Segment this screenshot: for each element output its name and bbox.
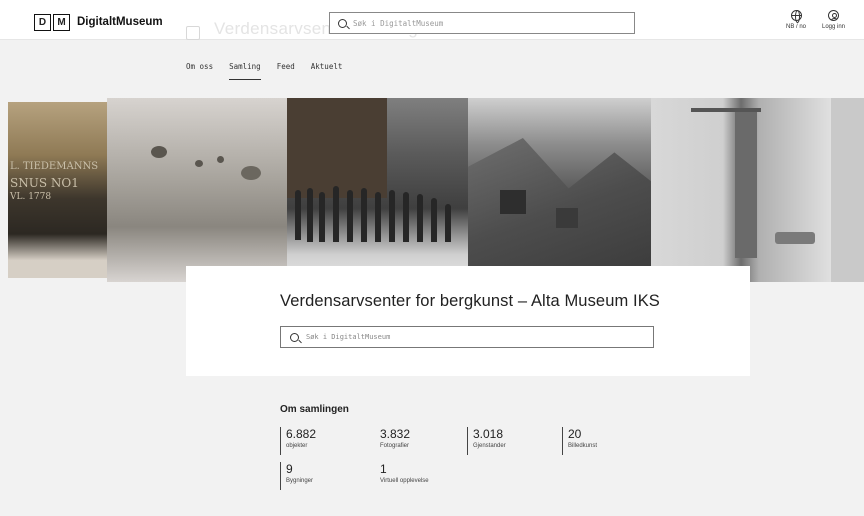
login-label: Logg inn <box>822 24 846 30</box>
header-search-input[interactable]: Søk i DigitaltMuseum <box>329 12 635 34</box>
stone-hole <box>217 156 224 163</box>
stat-value: 6.882 <box>286 427 317 441</box>
collection-image-mosaic: L. TIEDEMANNS SNUS NO1 VL. 1778 <box>0 98 864 282</box>
museum-title-card: Verdensarvsenter for bergkunst – Alta Mu… <box>186 266 750 376</box>
person-figure <box>389 190 395 242</box>
farm-building <box>500 190 526 214</box>
stat-label: Fotografier <box>380 443 410 449</box>
logo-name: DigitaltMuseum <box>77 16 163 28</box>
language-button[interactable]: NB / no <box>786 10 806 30</box>
farm-building <box>556 208 578 228</box>
person-figure <box>417 194 423 242</box>
globe-icon <box>790 10 802 23</box>
collection-search-placeholder: Søk i DigitaltMuseum <box>306 333 391 341</box>
page-title: Verdensarvsenter for bergkunst – Alta Mu… <box>280 292 660 310</box>
concrete-pillar <box>735 108 757 258</box>
tab-feed[interactable]: Feed <box>277 62 295 80</box>
stat-label: objekter <box>286 443 308 449</box>
stat-value: 20 <box>568 427 582 441</box>
mosaic-image-industrial-structure[interactable] <box>651 98 831 282</box>
search-icon <box>290 332 299 342</box>
wooden-house <box>287 98 387 198</box>
stat-virtuell-opplevelse[interactable]: 1 Virtuell opplevelse <box>380 462 429 490</box>
stat-label: Billedkunst <box>568 443 598 449</box>
search-icon <box>338 18 347 28</box>
digitaltmuseum-logo[interactable]: D M DigitaltMuseum <box>34 12 163 32</box>
parked-car <box>775 232 815 244</box>
person-figure <box>295 190 301 240</box>
tab-aktuelt[interactable]: Aktuelt <box>311 62 343 80</box>
stat-gjenstander[interactable]: 3.018 Gjenstander <box>467 427 506 455</box>
mosaic-image-snuff-box[interactable]: L. TIEDEMANNS SNUS NO1 VL. 1778 <box>8 102 107 278</box>
header-search-placeholder: Søk i DigitaltMuseum <box>353 18 444 28</box>
stone-hole <box>151 146 167 158</box>
top-header: D M DigitaltMuseum Verdensarvsenter for … <box>0 0 864 40</box>
snuff-box-text-2: SNUS NO1 <box>10 176 79 190</box>
person-figure <box>375 192 381 242</box>
stat-value: 3.018 <box>473 427 504 441</box>
stone-hole <box>195 160 203 167</box>
person-figure <box>431 198 437 242</box>
person-figure <box>347 190 353 242</box>
mosaic-image-edge[interactable] <box>831 98 864 282</box>
person-figure <box>361 188 367 242</box>
snuff-box-text-1: L. TIEDEMANNS <box>10 161 99 172</box>
person-figure <box>333 186 339 242</box>
stat-bygninger[interactable]: 9 Bygninger <box>280 462 313 490</box>
person-figure <box>403 192 409 242</box>
snuff-box-text-3: VL. 1778 <box>10 192 52 202</box>
stat-label: Virtuell opplevelse <box>380 478 429 484</box>
user-icon <box>828 10 840 21</box>
stat-fotografier[interactable]: 3.832 Fotografier <box>380 427 410 455</box>
museum-icon <box>186 26 200 40</box>
tab-samling[interactable]: Samling <box>229 62 261 80</box>
stone-hole <box>241 166 261 180</box>
logo-letter-d: D <box>34 13 51 31</box>
mosaic-image-skiers-photo[interactable] <box>287 98 468 282</box>
login-button[interactable]: Logg inn <box>822 10 845 30</box>
stat-billedkunst[interactable]: 20 Billedkunst <box>562 427 597 455</box>
stat-label: Bygninger <box>286 478 314 484</box>
stat-label: Gjenstander <box>473 443 506 449</box>
person-figure <box>319 192 325 242</box>
stat-value: 1 <box>380 462 387 476</box>
mosaic-image-valley-farm[interactable] <box>468 98 651 282</box>
section-tabs: Om oss Samling Feed Aktuelt <box>186 62 358 80</box>
person-figure <box>307 188 313 242</box>
cable-beam <box>691 108 761 112</box>
tab-om-oss[interactable]: Om oss <box>186 62 213 80</box>
collection-search-input[interactable]: Søk i DigitaltMuseum <box>280 326 654 348</box>
language-label: NB / no <box>786 24 807 30</box>
stat-value: 3.832 <box>380 427 411 441</box>
about-collection-heading: Om samlingen <box>280 404 349 415</box>
logo-letter-m: M <box>53 13 70 31</box>
stat-objekter[interactable]: 6.882 objekter <box>280 427 316 455</box>
stat-value: 9 <box>286 462 293 476</box>
person-figure <box>445 204 451 242</box>
mosaic-image-stone-tool[interactable] <box>107 98 287 282</box>
